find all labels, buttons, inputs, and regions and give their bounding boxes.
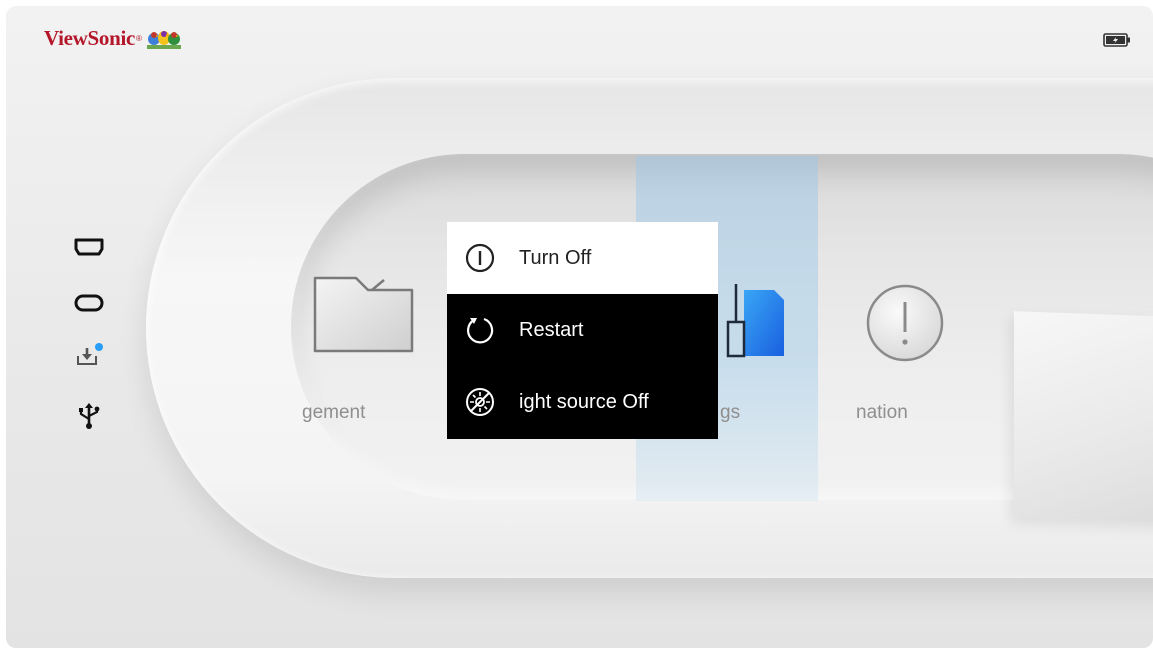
menu-item-light-source-off[interactable]: ight source Off: [447, 366, 718, 438]
menu-item-turn-off[interactable]: Turn Off: [447, 222, 718, 294]
restart-icon: [465, 315, 495, 345]
folder-icon[interactable]: [312, 274, 416, 354]
brand-name: ViewSonic: [44, 26, 136, 50]
menu-item-label: ight source Off: [519, 390, 649, 413]
projector-home-screen: ViewSonic ® gement gs nation Turn Off Re…: [6, 6, 1153, 648]
app-label-file-management: gement: [302, 402, 366, 423]
brand-logo: ViewSonic ®: [44, 26, 182, 51]
usb-icon[interactable]: [74, 403, 104, 429]
download-tray-icon[interactable]: [74, 342, 104, 368]
menu-item-restart[interactable]: Restart: [447, 294, 718, 366]
hdmi-port-icon[interactable]: [74, 234, 104, 260]
app-card-partial[interactable]: [1014, 311, 1153, 523]
app-label-information: nation: [856, 402, 908, 423]
usb-c-port-icon[interactable]: [74, 290, 104, 316]
app-label-settings: gs: [720, 402, 741, 423]
light-source-off-icon: [465, 387, 495, 417]
battery-charging-icon: [1103, 33, 1130, 47]
menu-item-label: Restart: [519, 318, 584, 341]
power-icon: [465, 243, 495, 273]
power-menu: Turn Off Restart ight source Off: [447, 222, 718, 439]
registered-mark: ®: [136, 34, 142, 43]
settings-icon[interactable]: [718, 282, 788, 362]
info-alert-icon[interactable]: [864, 282, 946, 364]
menu-item-label: Turn Off: [519, 246, 592, 269]
viewsonic-birds-logo-icon: [146, 30, 181, 49]
